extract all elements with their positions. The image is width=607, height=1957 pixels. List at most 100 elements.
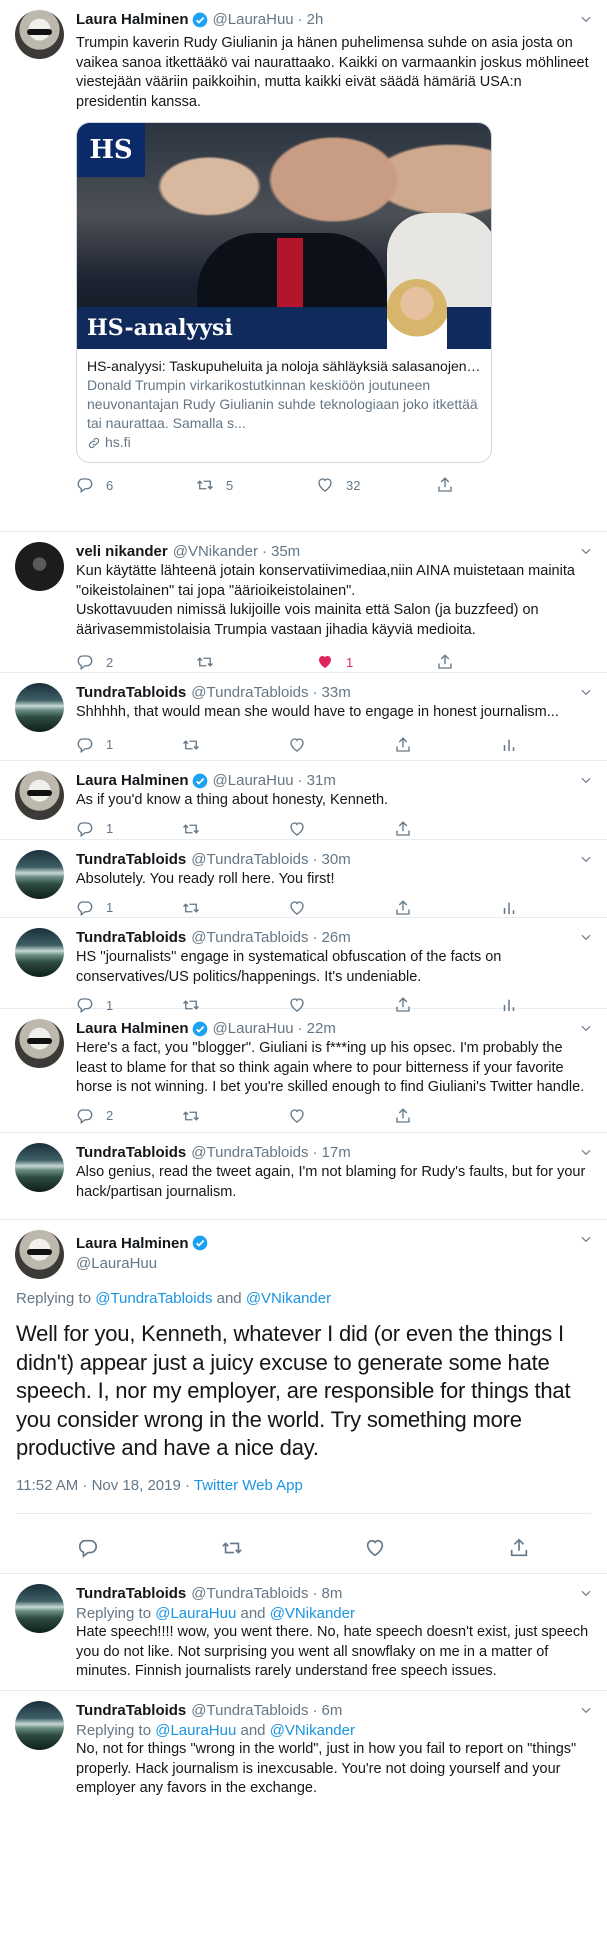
share-button[interactable] (394, 736, 500, 754)
author-name[interactable]: Laura Halminen (76, 1234, 591, 1254)
avatar[interactable] (15, 1701, 64, 1750)
avatar[interactable] (15, 1230, 64, 1279)
like-button[interactable] (288, 820, 394, 838)
avatar[interactable] (15, 1143, 64, 1192)
tweet-time[interactable]: 6m (322, 1701, 343, 1721)
share-button[interactable] (394, 820, 500, 838)
author-name[interactable]: TundraTabloids (76, 1701, 186, 1721)
avatar[interactable] (15, 850, 64, 899)
tweet-time[interactable]: 26m (322, 928, 351, 948)
analytics-button[interactable] (500, 899, 560, 917)
avatar[interactable] (15, 1584, 64, 1633)
mention-link[interactable]: @VNikander (270, 1605, 355, 1622)
like-button[interactable]: 1 (316, 653, 436, 671)
share-icon[interactable] (508, 1537, 530, 1559)
author-name[interactable]: TundraTabloids (76, 1143, 186, 1163)
chevron-down-icon[interactable] (579, 1145, 593, 1159)
tweet-time[interactable]: 30m (322, 850, 351, 870)
author-name[interactable]: TundraTabloids (76, 683, 186, 703)
share-button[interactable] (394, 899, 500, 917)
tweet-timestamp[interactable]: 11:52 AM · Nov 18, 2019 · (16, 1477, 194, 1494)
reply-button[interactable]: 6 (76, 476, 196, 494)
avatar[interactable] (15, 542, 64, 591)
avatar[interactable] (15, 928, 64, 977)
like-button[interactable] (288, 736, 394, 754)
author-handle[interactable]: @LauraHuu (213, 10, 294, 30)
tweet[interactable]: veli nikander @VNikander · 35m Kun käytä… (0, 532, 607, 673)
avatar[interactable] (15, 683, 64, 732)
mention-link[interactable]: @VNikander (270, 1722, 355, 1739)
author-handle[interactable]: @TundraTabloids (191, 683, 308, 703)
share-button[interactable] (436, 653, 556, 671)
reply-button[interactable]: 1 (76, 899, 182, 917)
author-handle[interactable]: @TundraTabloids (191, 1143, 308, 1163)
retweet-button[interactable] (196, 653, 316, 671)
tweet-time[interactable]: 35m (271, 542, 300, 562)
like-button[interactable] (288, 1107, 394, 1125)
author-name[interactable]: TundraTabloids (76, 850, 186, 870)
retweet-button[interactable] (182, 736, 288, 754)
chevron-down-icon[interactable] (579, 930, 593, 944)
tweet[interactable]: TundraTabloids @TundraTabloids · 17m Als… (0, 1133, 607, 1220)
author-handle[interactable]: @LauraHuu (213, 1019, 294, 1039)
author-handle[interactable]: @TundraTabloids (191, 1584, 308, 1604)
chevron-down-icon[interactable] (579, 544, 593, 558)
tweet[interactable]: Laura Halminen @LauraHuu · 2h Trumpin ka… (0, 0, 607, 532)
tweet[interactable]: Laura Halminen @LauraHuu · 31m As if you… (0, 761, 607, 840)
tweet[interactable]: TundraTabloids @TundraTabloids · 8m Repl… (0, 1574, 607, 1691)
retweet-button[interactable] (182, 899, 288, 917)
source-link[interactable]: Twitter Web App (194, 1477, 303, 1494)
like-button[interactable]: 32 (316, 476, 436, 494)
reply-button[interactable]: 1 (76, 820, 182, 838)
retweet-button[interactable]: 5 (196, 476, 316, 494)
reply-button[interactable]: 2 (76, 1107, 182, 1125)
author-name[interactable]: Laura Halminen (76, 1019, 189, 1039)
chevron-down-icon[interactable] (579, 1021, 593, 1035)
reply-button[interactable]: 2 (76, 653, 196, 671)
tweet[interactable]: Laura Halminen @LauraHuu · 22m Here's a … (0, 1009, 607, 1133)
chevron-down-icon[interactable] (579, 1586, 593, 1600)
author-handle[interactable]: @VNikander (173, 542, 258, 562)
share-button[interactable] (436, 476, 556, 494)
tweet-time[interactable]: 31m (307, 771, 336, 791)
author-name-text[interactable]: Laura Halminen (76, 1235, 189, 1252)
author-name[interactable]: TundraTabloids (76, 1584, 186, 1604)
chevron-down-icon[interactable] (579, 12, 593, 26)
tweet[interactable]: TundraTabloids @TundraTabloids · 26m HS … (0, 918, 607, 1009)
mention-link[interactable]: @LauraHuu (155, 1605, 236, 1622)
share-button[interactable] (394, 1107, 500, 1125)
retweet-button[interactable] (182, 820, 288, 838)
author-name[interactable]: Laura Halminen (76, 10, 189, 30)
author-name[interactable]: veli nikander (76, 542, 168, 562)
reply-button[interactable]: 1 (76, 736, 182, 754)
chevron-down-icon[interactable] (579, 1703, 593, 1717)
heart-icon[interactable] (364, 1537, 386, 1559)
retweet-button[interactable] (182, 1107, 288, 1125)
retweet-icon[interactable] (221, 1537, 243, 1559)
chevron-down-icon[interactable] (579, 1232, 593, 1246)
avatar[interactable] (15, 10, 64, 59)
chevron-down-icon[interactable] (579, 685, 593, 699)
analytics-button[interactable] (500, 736, 560, 754)
tweet-time[interactable]: 8m (322, 1584, 343, 1604)
tweet[interactable]: TundraTabloids @TundraTabloids · 30m Abs… (0, 840, 607, 918)
author-handle[interactable]: @LauraHuu (213, 771, 294, 791)
mention-link[interactable]: @VNikander (246, 1290, 331, 1307)
author-handle[interactable]: @TundraTabloids (191, 1701, 308, 1721)
chevron-down-icon[interactable] (579, 852, 593, 866)
reply-icon[interactable] (77, 1537, 99, 1559)
author-handle[interactable]: @LauraHuu (76, 1254, 591, 1274)
like-button[interactable] (288, 899, 394, 917)
chevron-down-icon[interactable] (579, 773, 593, 787)
mention-link[interactable]: @TundraTabloids (95, 1290, 212, 1307)
tweet-time[interactable]: 22m (307, 1019, 336, 1039)
author-handle[interactable]: @TundraTabloids (191, 928, 308, 948)
tweet-time[interactable]: 2h (307, 10, 324, 30)
link-card[interactable]: HS HS-analyysi HS-analyysi: Taskupuhelui… (76, 122, 492, 463)
avatar[interactable] (15, 1019, 64, 1068)
mention-link[interactable]: @LauraHuu (155, 1722, 236, 1739)
tweet[interactable]: TundraTabloids @TundraTabloids · 6m Repl… (0, 1691, 607, 1811)
author-handle[interactable]: @TundraTabloids (191, 850, 308, 870)
tweet-time[interactable]: 17m (322, 1143, 351, 1163)
author-name[interactable]: TundraTabloids (76, 928, 186, 948)
